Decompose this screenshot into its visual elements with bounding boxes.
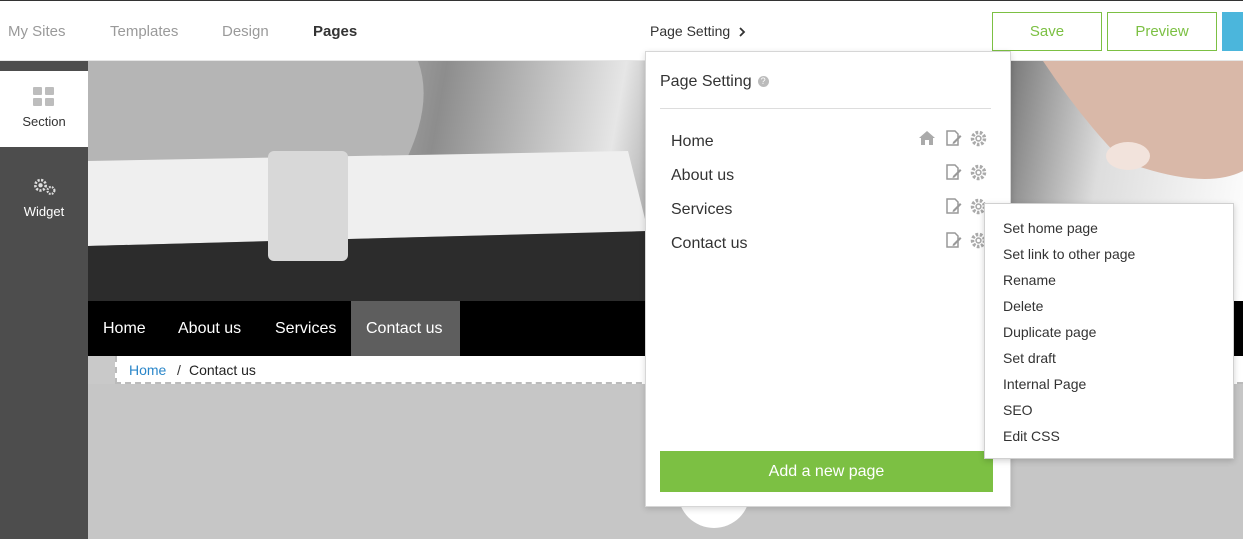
edit-page-icon[interactable] xyxy=(945,198,962,220)
page-setting-link-label: Page Setting xyxy=(650,23,731,39)
edit-page-icon[interactable] xyxy=(945,164,962,186)
menu-item-seo[interactable]: SEO xyxy=(1003,402,1033,418)
breadcrumb-separator: / xyxy=(177,362,181,378)
home-icon[interactable] xyxy=(918,130,936,151)
page-row-about-us: About us xyxy=(671,164,991,188)
page-name[interactable]: About us xyxy=(671,167,734,185)
site-menu-home[interactable]: Home xyxy=(103,301,146,356)
chevron-right-icon xyxy=(739,27,746,37)
left-sidebar: Section Widget xyxy=(0,61,88,539)
menu-item-set-draft[interactable]: Set draft xyxy=(1003,350,1056,366)
page-name[interactable]: Home xyxy=(671,133,714,151)
gear-icon[interactable] xyxy=(970,130,987,152)
menu-item-duplicate-page[interactable]: Duplicate page xyxy=(1003,324,1096,340)
breadcrumb-current: Contact us xyxy=(189,362,256,378)
site-menu-contact-us[interactable]: Contact us xyxy=(351,301,460,356)
divider xyxy=(660,108,991,109)
page-row-contact-us: Contact us xyxy=(671,232,991,256)
nav-design[interactable]: Design xyxy=(222,23,269,40)
nav-my-sites[interactable]: My Sites xyxy=(8,23,66,40)
menu-item-internal-page[interactable]: Internal Page xyxy=(1003,376,1086,392)
edit-page-icon[interactable] xyxy=(945,232,962,254)
sidebar-item-label: Widget xyxy=(23,204,65,219)
site-menu-about-us[interactable]: About us xyxy=(178,301,241,356)
preview-button[interactable]: Preview xyxy=(1107,12,1217,51)
site-menu-services[interactable]: Services xyxy=(275,301,336,356)
page-row-services: Services xyxy=(671,198,991,222)
menu-item-set-link[interactable]: Set link to other page xyxy=(1003,246,1135,262)
page-row-home: Home xyxy=(671,130,991,154)
gears-icon xyxy=(34,178,56,196)
help-icon[interactable]: ? xyxy=(757,76,769,87)
page-setting-panel: Page Setting? Home About us Services Con… xyxy=(645,51,1011,507)
gear-icon[interactable] xyxy=(970,164,987,186)
grid-icon xyxy=(33,87,54,106)
panel-title: Page Setting? xyxy=(660,73,769,91)
sidebar-item-label: Section xyxy=(22,114,66,129)
sidebar-item-section[interactable]: Section xyxy=(0,71,88,147)
publish-button[interactable] xyxy=(1222,12,1243,51)
top-bar: My Sites Templates Design Pages Page Set… xyxy=(0,0,1243,61)
menu-item-delete[interactable]: Delete xyxy=(1003,298,1043,314)
page-name[interactable]: Contact us xyxy=(671,235,747,253)
nav-templates[interactable]: Templates xyxy=(110,23,178,40)
nav-pages[interactable]: Pages xyxy=(313,23,357,40)
page-name[interactable]: Services xyxy=(671,201,732,219)
breadcrumb-home-link[interactable]: Home xyxy=(129,362,166,378)
menu-item-edit-css[interactable]: Edit CSS xyxy=(1003,428,1060,444)
panel-title-text: Page Setting xyxy=(660,73,752,90)
edit-page-icon[interactable] xyxy=(945,130,962,152)
page-setting-link[interactable]: Page Setting xyxy=(650,23,746,39)
sidebar-item-widget[interactable]: Widget xyxy=(0,161,88,237)
save-button[interactable]: Save xyxy=(992,12,1102,51)
menu-item-rename[interactable]: Rename xyxy=(1003,272,1056,288)
add-new-page-button[interactable]: Add a new page xyxy=(660,451,993,492)
page-context-menu: Set home page Set link to other page Ren… xyxy=(984,203,1234,459)
menu-item-set-home-page[interactable]: Set home page xyxy=(1003,220,1098,236)
laptop-image xyxy=(88,61,648,301)
